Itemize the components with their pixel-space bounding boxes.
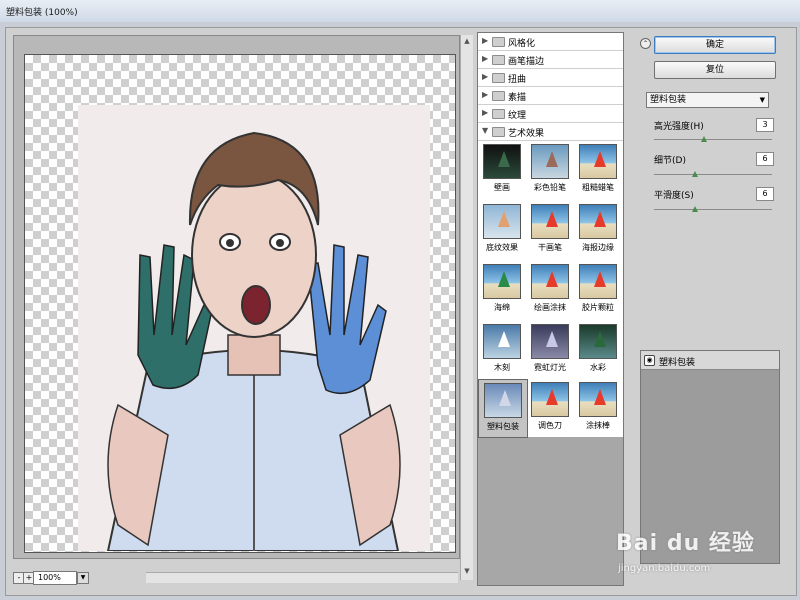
detail-label: 细节(D) xyxy=(654,156,686,166)
detail-knob[interactable] xyxy=(692,171,699,177)
highlight-strength-knob[interactable] xyxy=(700,136,707,142)
filter-preview-icon xyxy=(483,144,521,179)
zoom-dropdown-icon[interactable]: ▼ xyxy=(77,572,89,584)
expand-triangle-icon[interactable]: ▶ xyxy=(482,90,488,99)
filter-preview-icon xyxy=(579,324,617,359)
filter-thumb-fresco[interactable]: 壁画 xyxy=(478,141,526,198)
boy-photo-illustration xyxy=(78,105,430,551)
smoothness-input[interactable]: 6 xyxy=(756,187,774,201)
filter-thumb-colored-pencil[interactable]: 彩色铅笔 xyxy=(526,141,574,198)
highlight-strength-slider[interactable] xyxy=(654,139,772,140)
folder-icon xyxy=(492,109,505,119)
filter-category-texture[interactable]: ▶ 纹理 xyxy=(478,105,623,123)
filter-thumb-underpainting[interactable]: 底纹效果 xyxy=(478,201,526,258)
filter-thumb-neon-glow[interactable]: 霓虹灯光 xyxy=(526,321,574,378)
filter-thumb-film-grain[interactable]: 胶片颗粒 xyxy=(574,261,622,318)
effect-layer-item[interactable]: ◉ 塑料包装 xyxy=(641,351,779,370)
filter-thumb-watercolor[interactable]: 水彩 xyxy=(574,321,622,378)
folder-icon xyxy=(492,73,505,83)
filter-preview-icon xyxy=(483,324,521,359)
collapse-triangle-icon[interactable]: ▼ xyxy=(482,126,488,135)
filter-category-brush-strokes[interactable]: ▶ 画笔描边 xyxy=(478,51,623,69)
filter-category-sketch[interactable]: ▶ 素描 xyxy=(478,87,623,105)
filter-thumb-plastic-wrap[interactable]: 塑料包装 xyxy=(478,379,528,438)
filter-preview-icon xyxy=(483,264,521,299)
baidu-watermark: Bai du 经验 jingyan.baidu.com xyxy=(612,517,762,587)
horizontal-scrollbar[interactable] xyxy=(146,572,458,583)
filter-preview-icon xyxy=(531,144,569,179)
filter-preview-icon xyxy=(483,204,521,239)
zoom-level-field[interactable]: 100% xyxy=(33,571,77,585)
watermark-logo: Bai du 经验 xyxy=(616,531,755,556)
filter-preview-icon xyxy=(531,324,569,359)
filter-preview-icon xyxy=(531,204,569,239)
scroll-down-icon[interactable]: ▼ xyxy=(463,567,471,575)
filter-thumbnail-grid: 壁画 彩色铅笔 粗糙蜡笔 底纹效果 干画笔 海报边缘 海绵 绘画涂抹 胶片颗粒 … xyxy=(478,141,623,438)
expand-triangle-icon[interactable]: ▶ xyxy=(482,54,488,63)
expand-triangle-icon[interactable]: ▶ xyxy=(482,72,488,81)
filter-thumb-paint-daubs[interactable]: 绘画涂抹 xyxy=(526,261,574,318)
filter-preview-icon xyxy=(531,382,569,417)
expand-triangle-icon[interactable]: ▶ xyxy=(482,36,488,45)
watermark-url: jingyan.baidu.com xyxy=(618,563,711,574)
smoothness-knob[interactable] xyxy=(692,206,699,212)
ok-button[interactable]: 确定 xyxy=(654,36,776,54)
filter-thumb-poster-edges[interactable]: 海报边缘 xyxy=(574,201,622,258)
filter-preview-icon xyxy=(579,264,617,299)
filter-gallery[interactable]: ▶ 风格化 ▶ 画笔描边 ▶ 扭曲 ▶ 素描 ▶ 纹理 ▼ 艺术效果 壁画 彩色… xyxy=(477,32,624,586)
eye-icon[interactable]: ◉ xyxy=(644,355,655,366)
filter-select-value: 塑料包装 xyxy=(650,95,687,105)
folder-icon xyxy=(492,91,505,101)
scroll-up-icon[interactable]: ▲ xyxy=(463,37,471,45)
filter-category-distort[interactable]: ▶ 扭曲 xyxy=(478,69,623,87)
highlight-strength-label: 高光强度(H) xyxy=(654,122,704,132)
filter-select[interactable]: 塑料包装 ▼ xyxy=(646,92,769,108)
filter-thumb-palette-knife[interactable]: 调色刀 xyxy=(526,379,574,436)
collapse-gallery-icon[interactable]: ⌃ xyxy=(640,38,651,49)
highlight-strength-input[interactable]: 3 xyxy=(756,118,774,132)
filter-preview-icon xyxy=(579,382,617,417)
detail-slider[interactable] xyxy=(654,174,772,175)
filter-preview-icon xyxy=(579,204,617,239)
filter-thumb-cutout[interactable]: 木刻 xyxy=(478,321,526,378)
preview-image xyxy=(78,105,430,551)
filter-thumb-sponge[interactable]: 海绵 xyxy=(478,261,526,318)
chevron-down-icon: ▼ xyxy=(759,96,765,104)
detail-input[interactable]: 6 xyxy=(756,152,774,166)
expand-triangle-icon[interactable]: ▶ xyxy=(482,108,488,117)
filter-preview-icon xyxy=(484,383,522,418)
filter-thumb-rough-pastels[interactable]: 粗糙蜡笔 xyxy=(574,141,622,198)
folder-icon xyxy=(492,55,505,65)
filter-thumb-dry-brush[interactable]: 干画笔 xyxy=(526,201,574,258)
folder-icon xyxy=(492,37,505,47)
filter-category-artistic[interactable]: ▼ 艺术效果 xyxy=(478,123,623,141)
filter-preview-icon xyxy=(531,264,569,299)
filter-category-stylize[interactable]: ▶ 风格化 xyxy=(478,33,623,51)
smoothness-label: 平滑度(S) xyxy=(654,191,694,201)
folder-open-icon xyxy=(492,127,505,137)
filter-thumb-smudge-stick[interactable]: 涂抹棒 xyxy=(574,379,622,436)
vertical-scrollbar[interactable]: ▲ ▼ xyxy=(460,35,473,580)
filter-preview-icon xyxy=(579,144,617,179)
title-bar: 塑料包装 (100%) xyxy=(0,0,800,23)
reset-button[interactable]: 复位 xyxy=(654,61,776,79)
window-title: 塑料包装 (100%) xyxy=(6,8,78,18)
smoothness-slider[interactable] xyxy=(654,209,772,210)
